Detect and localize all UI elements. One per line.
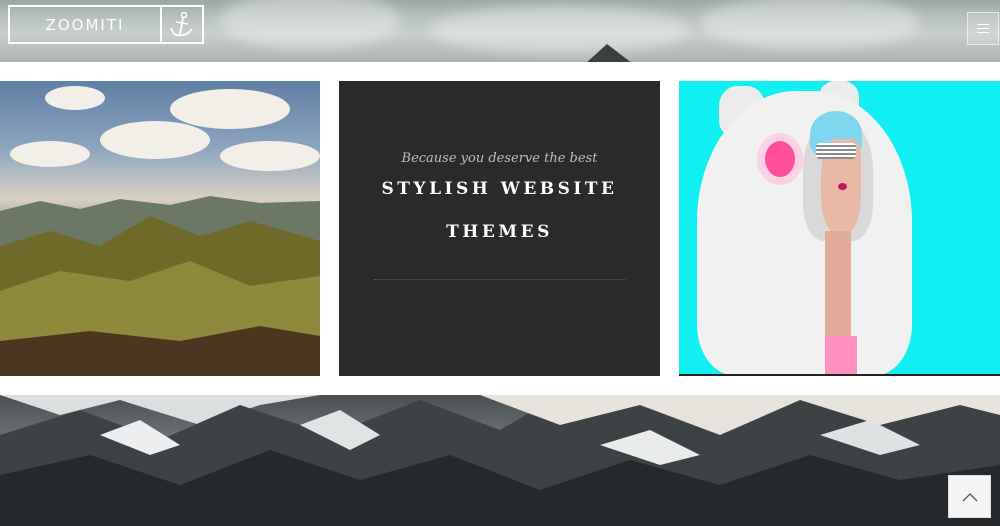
scroll-to-top-button[interactable] [948,475,991,518]
anchor-icon [162,7,202,42]
fashion-model-photo[interactable] [679,81,1000,376]
mountain-ridge [0,196,320,376]
promo-divider [374,279,626,280]
site-header: ZOOMITI [0,0,1000,62]
site-logo[interactable]: ZOOMITI [8,5,204,44]
banner-mountains [0,395,1000,526]
chevron-up-icon [962,492,977,501]
promo-title-line1: STYLISH WEBSITE [381,179,618,199]
snowy-mountains-photo [0,395,1000,526]
mountain-landscape-photo[interactable] [0,81,320,376]
header-mountain-peak [585,44,633,62]
promo-title-line2: THEMES [446,222,553,242]
promo-subtitle: Because you deserve the best [401,151,598,166]
promo-card[interactable]: Because you deserve the best STYLISH WEB… [339,81,660,376]
hamburger-menu-icon[interactable] [967,12,999,45]
logo-text: ZOOMITI [10,7,162,42]
